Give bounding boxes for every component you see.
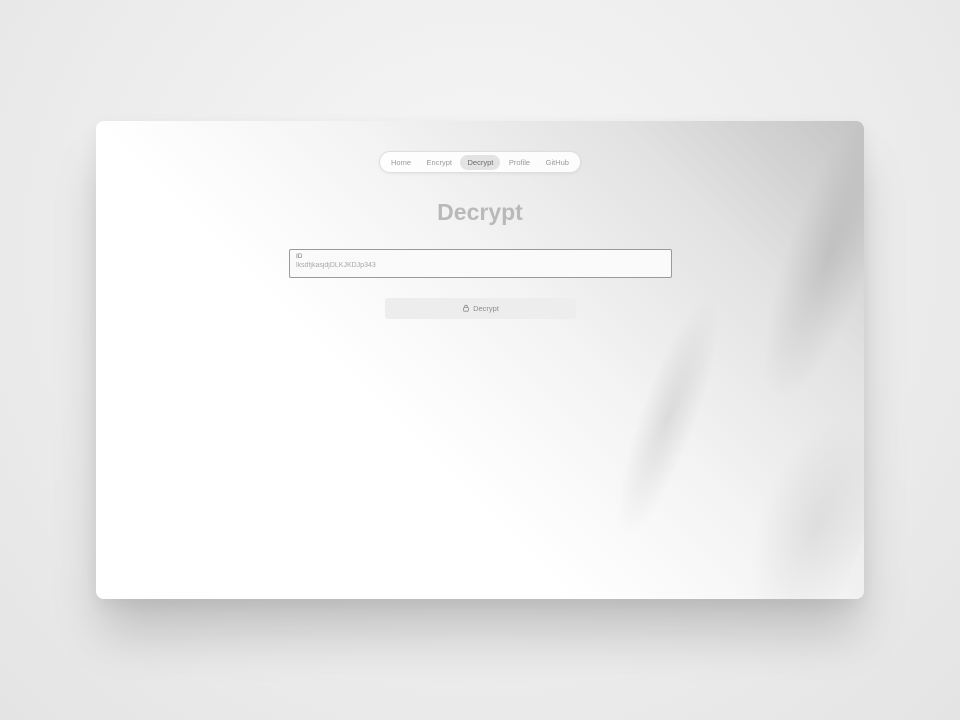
app-window: Home Encrypt Decrypt Profile GitHub Decr…	[96, 121, 864, 599]
id-field[interactable]: ID	[289, 249, 672, 278]
decorative-shadow	[524, 121, 864, 599]
nav-home[interactable]: Home	[384, 155, 418, 170]
nav-github[interactable]: GitHub	[539, 155, 576, 170]
nav-decrypt[interactable]: Decrypt	[460, 154, 501, 170]
decrypt-button[interactable]: Decrypt	[385, 298, 576, 319]
nav-encrypt[interactable]: Encrypt	[420, 155, 459, 170]
id-input[interactable]	[296, 262, 665, 269]
decrypt-button-label: Decrypt	[473, 304, 499, 313]
nav-profile[interactable]: Profile	[502, 155, 537, 170]
top-nav: Home Encrypt Decrypt Profile GitHub	[379, 151, 581, 173]
lock-icon	[462, 304, 470, 314]
page-title: Decrypt	[437, 199, 523, 225]
id-field-label: ID	[296, 253, 303, 260]
